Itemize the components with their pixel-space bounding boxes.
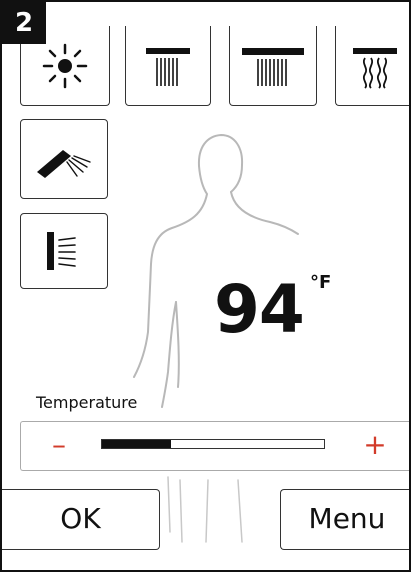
temperature-slider-panel: – +: [20, 421, 409, 471]
shower-control-screen: 2 94 °F Temperature – + OK Menu: [0, 0, 411, 572]
decrease-temperature-button[interactable]: –: [43, 430, 75, 462]
rain-shower-narrow-icon: [138, 40, 198, 92]
body-jet-button[interactable]: [20, 213, 108, 289]
temperature-slider-fill: [102, 440, 171, 448]
rain-shower-narrow-button[interactable]: [125, 26, 211, 106]
temperature-value: 94: [214, 271, 305, 348]
sun-icon: [36, 37, 94, 95]
rain-shower-wide-icon: [238, 40, 308, 92]
body-jet-icon: [39, 226, 89, 276]
rain-shower-wide-button[interactable]: [229, 26, 317, 106]
hand-shower-icon: [33, 136, 95, 182]
temperature-slider[interactable]: [101, 439, 325, 449]
temperature-unit: °F: [310, 272, 332, 293]
waterfall-shower-button[interactable]: [335, 26, 409, 106]
screen-number-badge: 2: [2, 2, 46, 44]
ok-button[interactable]: OK: [2, 489, 160, 550]
increase-temperature-button[interactable]: +: [359, 430, 391, 462]
waterfall-shower-icon: [347, 40, 403, 92]
menu-button[interactable]: Menu: [280, 489, 409, 550]
hand-shower-button[interactable]: [20, 119, 108, 199]
temperature-label: Temperature: [36, 393, 138, 412]
